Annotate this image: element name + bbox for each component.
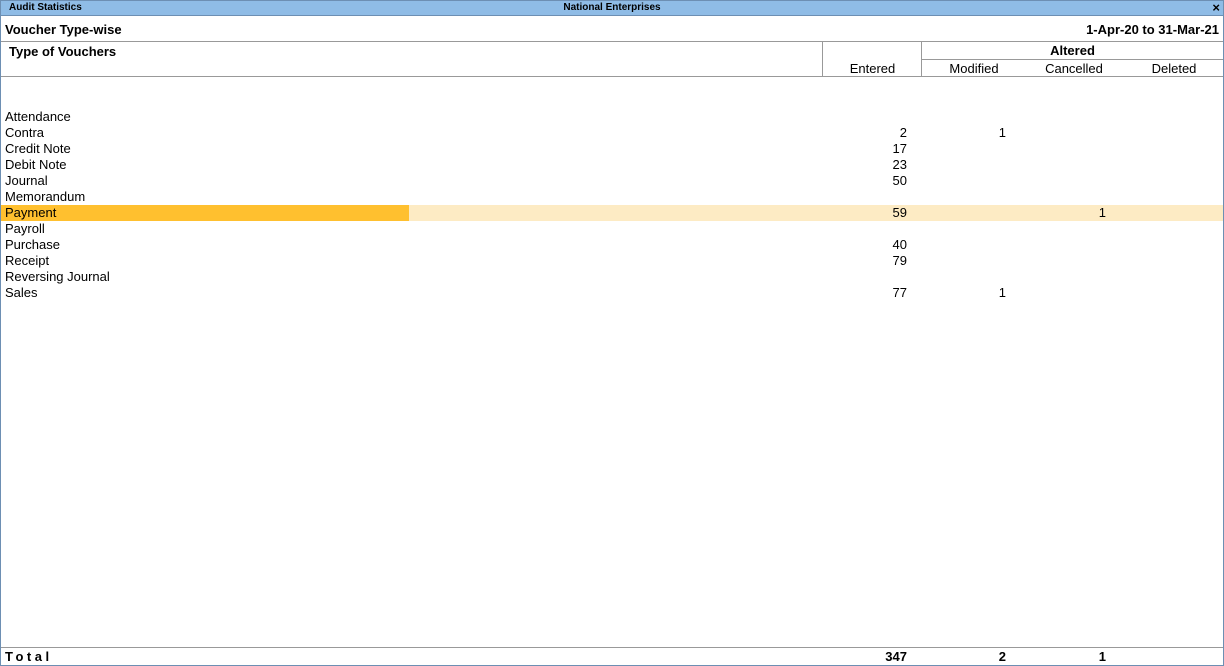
total-row: Total 347 2 1 <box>1 647 1223 665</box>
entered-count: 17 <box>892 141 907 156</box>
report-title: Voucher Type-wise <box>5 22 122 37</box>
table-row[interactable]: Sales 77 1 <box>1 285 1223 301</box>
table-row[interactable]: Purchase 40 <box>1 237 1223 253</box>
column-cancelled: Cancelled <box>1045 61 1103 76</box>
column-type-of-vouchers: Type of Vouchers <box>9 44 117 59</box>
entered-count: 77 <box>892 285 907 300</box>
voucher-type-list: Attendance Contra 2 1 Credit Note 17 Debit Not… <box>1 109 1223 301</box>
report-header: Voucher Type-wise 1-Apr-20 to 31-Mar-21 <box>1 17 1223 42</box>
voucher-type-name: Debit Note <box>5 157 67 172</box>
table-row[interactable]: Payroll <box>1 221 1223 237</box>
voucher-type-name: Receipt <box>5 253 50 268</box>
table-row[interactable]: Journal 50 <box>1 173 1223 189</box>
company-name: National Enterprises <box>563 2 661 13</box>
voucher-type-name: Payment <box>1 205 409 221</box>
voucher-type-name: Purchase <box>5 237 60 252</box>
table-row[interactable]: Attendance <box>1 109 1223 125</box>
column-modified: Modified <box>949 61 999 76</box>
voucher-type-name: Reversing Journal <box>5 269 110 284</box>
total-cancelled: 1 <box>1098 649 1106 664</box>
voucher-type-name: Sales <box>5 285 38 300</box>
voucher-type-name: Memorandum <box>5 189 86 204</box>
entered-count: 40 <box>892 237 907 252</box>
entered-count: 2 <box>899 125 907 140</box>
table-row[interactable]: Memorandum <box>1 189 1223 205</box>
column-entered: Entered <box>849 61 896 76</box>
voucher-type-name: Payroll <box>5 221 45 236</box>
total-modified: 2 <box>998 649 1006 664</box>
total-label: Total <box>5 649 53 664</box>
voucher-type-name: Credit Note <box>5 141 71 156</box>
table-row[interactable]: Credit Note 17 <box>1 141 1223 157</box>
entered-count: 59 <box>892 205 907 220</box>
entered-count: 23 <box>892 157 907 172</box>
column-deleted: Deleted <box>1151 61 1197 76</box>
total-entered: 347 <box>885 649 907 664</box>
report-period[interactable]: 1-Apr-20 to 31-Mar-21 <box>1086 22 1219 37</box>
voucher-type-name: Contra <box>5 125 45 140</box>
table-row[interactable]: Receipt 79 <box>1 253 1223 269</box>
column-header: Type of Vouchers Altered Entered Modifie… <box>1 42 1223 77</box>
table-row[interactable]: Contra 2 1 <box>1 125 1223 141</box>
voucher-type-name: Attendance <box>5 109 71 124</box>
table-row[interactable]: Payment 59 1 <box>1 205 1223 221</box>
title-bar: Audit Statistics National Enterprises × <box>1 0 1223 16</box>
table-row[interactable]: Debit Note 23 <box>1 157 1223 173</box>
close-icon[interactable]: × <box>1212 0 1220 15</box>
voucher-type-name: Journal <box>5 173 48 188</box>
entered-count: 50 <box>892 173 907 188</box>
modified-count: 1 <box>998 285 1006 300</box>
column-group-altered: Altered <box>922 42 1223 60</box>
entered-count: 79 <box>892 253 907 268</box>
modified-count: 1 <box>998 125 1006 140</box>
audit-statistics-window: Audit Statistics National Enterprises × … <box>0 0 1224 666</box>
cancelled-count: 1 <box>1098 205 1106 220</box>
table-row[interactable]: Reversing Journal <box>1 269 1223 285</box>
